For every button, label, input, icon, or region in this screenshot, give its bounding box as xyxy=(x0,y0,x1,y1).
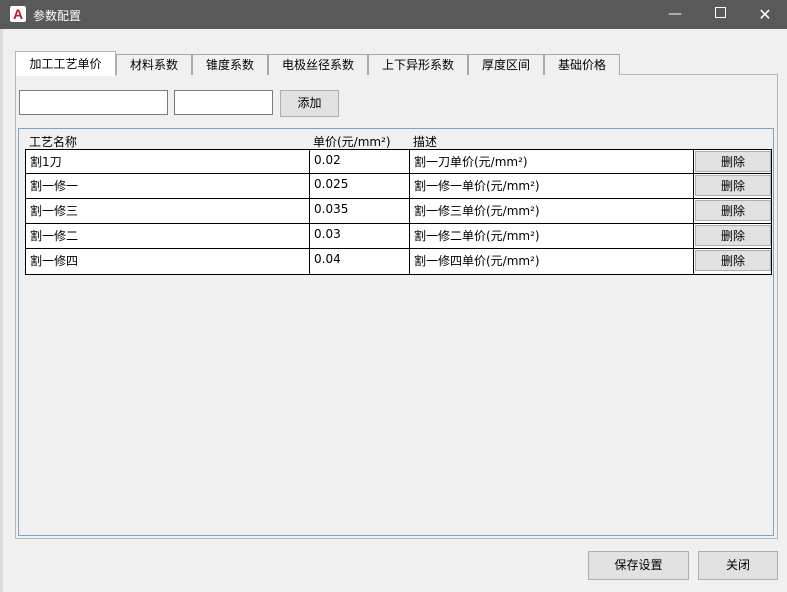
cell-unit-price[interactable]: 0.04 xyxy=(310,249,410,274)
table-header: 工艺名称 单价(元/mm²) 描述 xyxy=(25,129,772,149)
tab-thickness-range[interactable]: 厚度区间 xyxy=(468,54,544,75)
table-row: 割一修三 0.035 割一修三单价(元/mm²) 删除 xyxy=(25,199,772,224)
cell-description[interactable]: 割一修二单价(元/mm²) xyxy=(410,224,694,248)
delete-row-button[interactable]: 删除 xyxy=(695,225,771,246)
cell-unit-price[interactable]: 0.02 xyxy=(310,150,410,173)
delete-row-button[interactable]: 删除 xyxy=(695,175,771,196)
minimize-button[interactable]: — xyxy=(652,0,698,29)
close-button[interactable]: 关闭 xyxy=(698,551,778,580)
cell-description[interactable]: 割一修四单价(元/mm²) xyxy=(410,249,694,274)
table-row: 割一修四 0.04 割一修四单价(元/mm²) 删除 xyxy=(25,249,772,275)
cell-unit-price[interactable]: 0.035 xyxy=(310,199,410,223)
close-icon: ✕ xyxy=(758,5,772,24)
cell-process-name[interactable]: 割一修二 xyxy=(26,224,310,248)
maximize-icon xyxy=(714,7,726,18)
process-name-input[interactable] xyxy=(19,90,168,115)
cell-process-name[interactable]: 割1刀 xyxy=(26,150,310,173)
cell-description[interactable]: 割一修三单价(元/mm²) xyxy=(410,199,694,223)
table-row: 割一修一 0.025 割一修一单价(元/mm²) 删除 xyxy=(25,174,772,199)
title-bar: A 参数配置 — ✕ xyxy=(0,0,787,29)
close-window-button[interactable]: ✕ xyxy=(742,0,787,29)
tab-wire-diameter-coef[interactable]: 电极丝径系数 xyxy=(268,54,368,75)
app-logo-letter: A xyxy=(12,6,24,22)
app-logo-icon: A xyxy=(10,6,26,22)
tab-taper-coef[interactable]: 锥度系数 xyxy=(192,54,268,75)
cell-unit-price[interactable]: 0.03 xyxy=(310,224,410,248)
cell-description[interactable]: 割一修一单价(元/mm²) xyxy=(410,174,694,198)
delete-row-button[interactable]: 删除 xyxy=(695,151,771,172)
header-unit-price: 单价(元/mm²) xyxy=(313,135,391,149)
cell-process-name[interactable]: 割一修三 xyxy=(26,199,310,223)
table-row: 割1刀 0.02 割一刀单价(元/mm²) 删除 xyxy=(25,149,772,174)
delete-row-button[interactable]: 删除 xyxy=(695,250,771,271)
delete-row-button[interactable]: 删除 xyxy=(695,200,771,221)
add-button[interactable]: 添加 xyxy=(280,90,339,117)
cell-unit-price[interactable]: 0.025 xyxy=(310,174,410,198)
tab-material-coef[interactable]: 材料系数 xyxy=(116,54,192,75)
minimize-icon: — xyxy=(668,6,682,22)
tab-base-price[interactable]: 基础价格 xyxy=(544,54,620,75)
header-process-name: 工艺名称 xyxy=(29,135,78,149)
cell-description[interactable]: 割一刀单价(元/mm²) xyxy=(410,150,694,173)
maximize-button[interactable] xyxy=(697,0,743,29)
tab-process-price[interactable]: 加工工艺单价 xyxy=(15,51,116,76)
price-table: 工艺名称 单价(元/mm²) 描述 割1刀 0.02 割一刀单价(元/mm²) … xyxy=(18,128,774,536)
tab-shape-coef[interactable]: 上下异形系数 xyxy=(368,54,468,75)
table-row: 割一修二 0.03 割一修二单价(元/mm²) 删除 xyxy=(25,224,772,249)
cell-process-name[interactable]: 割一修一 xyxy=(26,174,310,198)
save-settings-button[interactable]: 保存设置 xyxy=(588,551,689,580)
window-title: 参数配置 xyxy=(33,9,82,23)
cell-process-name[interactable]: 割一修四 xyxy=(26,249,310,274)
left-edge xyxy=(0,29,3,592)
process-price-input[interactable] xyxy=(174,90,273,115)
header-description: 描述 xyxy=(413,135,438,149)
